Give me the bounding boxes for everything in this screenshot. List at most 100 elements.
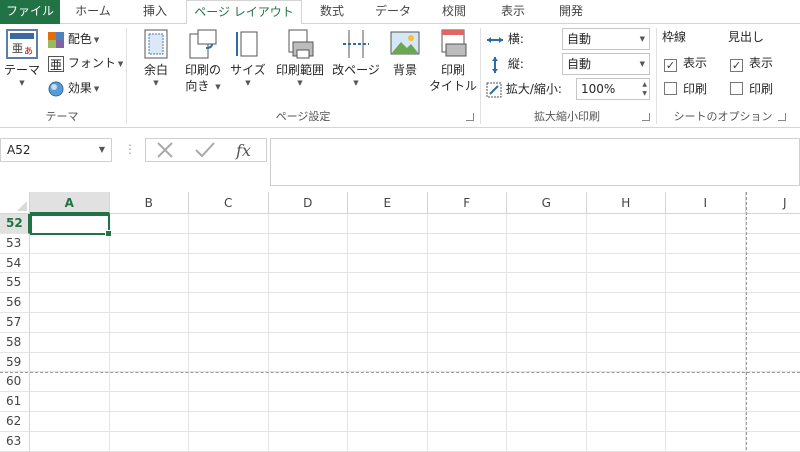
themes-button[interactable]: 亜 あ テーマ ▼ (2, 26, 42, 88)
breaks-icon (339, 26, 373, 62)
tab-page-layout[interactable]: ページ レイアウト (186, 0, 302, 25)
row-header-55[interactable]: 55 (0, 273, 30, 293)
breaks-button[interactable]: 改ページ ▼ (330, 26, 382, 88)
column-header-j[interactable]: J (746, 192, 800, 214)
orientation-label-2: 向き ▼ (180, 78, 226, 95)
headings-view-checkbox[interactable]: ✓表示 (730, 54, 773, 72)
row-header-58[interactable]: 58 (0, 333, 30, 353)
tab-formulas[interactable]: 数式 (304, 0, 360, 24)
chevron-down-icon: ▼ (94, 36, 99, 44)
colors-icon (48, 32, 64, 48)
spinner-arrows-icon[interactable]: ▲▼ (642, 80, 647, 98)
gridlines-print-label: 印刷 (683, 82, 707, 96)
height-label-row: 縦: (486, 53, 524, 75)
chevron-down-icon: ▼ (2, 78, 42, 88)
row-header-62[interactable]: 62 (0, 412, 30, 432)
group-separator (480, 28, 481, 124)
scale-to-fit-dialog-launcher[interactable] (642, 113, 650, 121)
row-header-52[interactable]: 52 (0, 214, 30, 234)
column-header-d[interactable]: D (269, 192, 349, 214)
chevron-down-icon: ▼ (330, 78, 382, 88)
tab-data[interactable]: データ (360, 0, 426, 24)
tab-developer[interactable]: 開発 (542, 0, 600, 24)
sheet-options-dialog-launcher[interactable] (778, 113, 786, 121)
select-all-button[interactable] (0, 192, 30, 214)
effects-button[interactable]: 効果▼ (48, 77, 99, 99)
row-header-57[interactable]: 57 (0, 313, 30, 333)
headings-title: 見出し (728, 26, 764, 48)
scale-to-fit-group-label: 拡大縮小印刷 (482, 108, 652, 124)
fonts-button[interactable]: 亜 フォント▼ (48, 52, 123, 74)
print-area-icon (283, 26, 317, 62)
gridline-column (109, 214, 110, 452)
width-dropdown[interactable]: 自動 ▼ (562, 28, 650, 50)
height-dropdown[interactable]: 自動 ▼ (562, 53, 650, 75)
headings-print-checkbox[interactable]: 印刷 (730, 80, 773, 98)
gridline-row (30, 411, 800, 412)
width-value: 自動 (567, 32, 591, 46)
column-header-c[interactable]: C (189, 192, 269, 214)
gridline-row (30, 233, 800, 234)
gridlines-print-checkbox[interactable]: 印刷 (664, 80, 707, 98)
checkbox-unchecked-icon (730, 82, 743, 95)
gridlines-title: 枠線 (662, 26, 686, 48)
margins-label: 余白 (134, 62, 178, 78)
formula-buttons-icons: fx (146, 139, 266, 161)
row-header-60[interactable]: 60 (0, 372, 30, 392)
column-header-i[interactable]: I (666, 192, 746, 214)
chevron-down-icon: ▼ (640, 54, 645, 74)
background-button[interactable]: 背景 (384, 26, 426, 78)
row-header-63[interactable]: 63 (0, 432, 30, 452)
column-header-e[interactable]: E (348, 192, 428, 214)
gridline-row (30, 253, 800, 254)
column-header-g[interactable]: G (507, 192, 587, 214)
background-label: 背景 (384, 62, 426, 78)
page-setup-dialog-launcher[interactable] (466, 113, 474, 121)
height-label: 縦: (508, 57, 524, 71)
chevron-down-icon: ▼ (134, 78, 178, 88)
chevron-down-icon[interactable]: ▼ (99, 139, 105, 161)
size-label: サイズ (228, 62, 268, 78)
column-header-b[interactable]: B (110, 192, 190, 214)
column-header-a[interactable]: A (30, 192, 110, 214)
tab-home[interactable]: ホーム (60, 0, 126, 24)
print-titles-button[interactable]: 印刷 タイトル (428, 26, 478, 94)
tab-insert[interactable]: 挿入 (126, 0, 184, 24)
row-header-61[interactable]: 61 (0, 392, 30, 412)
row-header-54[interactable]: 54 (0, 254, 30, 274)
chevron-down-icon: ▼ (215, 83, 220, 91)
themes-icon: 亜 あ (4, 26, 40, 62)
row-header-59[interactable]: 59 (0, 353, 30, 373)
colors-button[interactable]: 配色▼ (48, 28, 99, 50)
gridlines-view-checkbox[interactable]: ✓表示 (664, 54, 707, 72)
selected-cell[interactable] (30, 214, 110, 235)
formula-input[interactable] (270, 138, 800, 186)
margins-button[interactable]: 余白 ▼ (134, 26, 178, 88)
margins-icon (141, 26, 171, 62)
cancel-icon (158, 143, 172, 157)
scale-spinner[interactable]: 100% ▲▼ (576, 78, 650, 100)
orientation-button[interactable]: 印刷の 向き ▼ (180, 26, 226, 95)
size-button[interactable]: サイズ ▼ (228, 26, 268, 88)
row-header-53[interactable]: 53 (0, 234, 30, 254)
tab-view[interactable]: 表示 (484, 0, 542, 24)
scale-value: 100% (581, 82, 615, 96)
gridline-row (30, 272, 800, 273)
ribbon: 亜 あ テーマ ▼ 配色▼ 亜 フォント▼ 効果▼ テーマ 余白 (0, 24, 800, 128)
print-area-button[interactable]: 印刷範囲 ▼ (272, 26, 328, 88)
gridline-row (30, 431, 800, 432)
page-break-horizontal (0, 372, 800, 373)
column-header-f[interactable]: F (428, 192, 508, 214)
gridline-row (30, 292, 800, 293)
formula-bar-splitter-icon[interactable]: ⋮ (124, 142, 135, 156)
formula-buttons: fx (145, 138, 267, 162)
fonts-label: フォント (68, 56, 116, 70)
row-header-56[interactable]: 56 (0, 293, 30, 313)
name-box[interactable]: A52 ▼ (0, 138, 112, 162)
sheet-options-group-label: シートのオプション (658, 108, 788, 124)
group-separator (126, 28, 127, 124)
tab-file[interactable]: ファイル (0, 0, 60, 24)
tab-review[interactable]: 校閲 (426, 0, 482, 24)
column-header-h[interactable]: H (587, 192, 667, 214)
size-icon (233, 26, 263, 62)
